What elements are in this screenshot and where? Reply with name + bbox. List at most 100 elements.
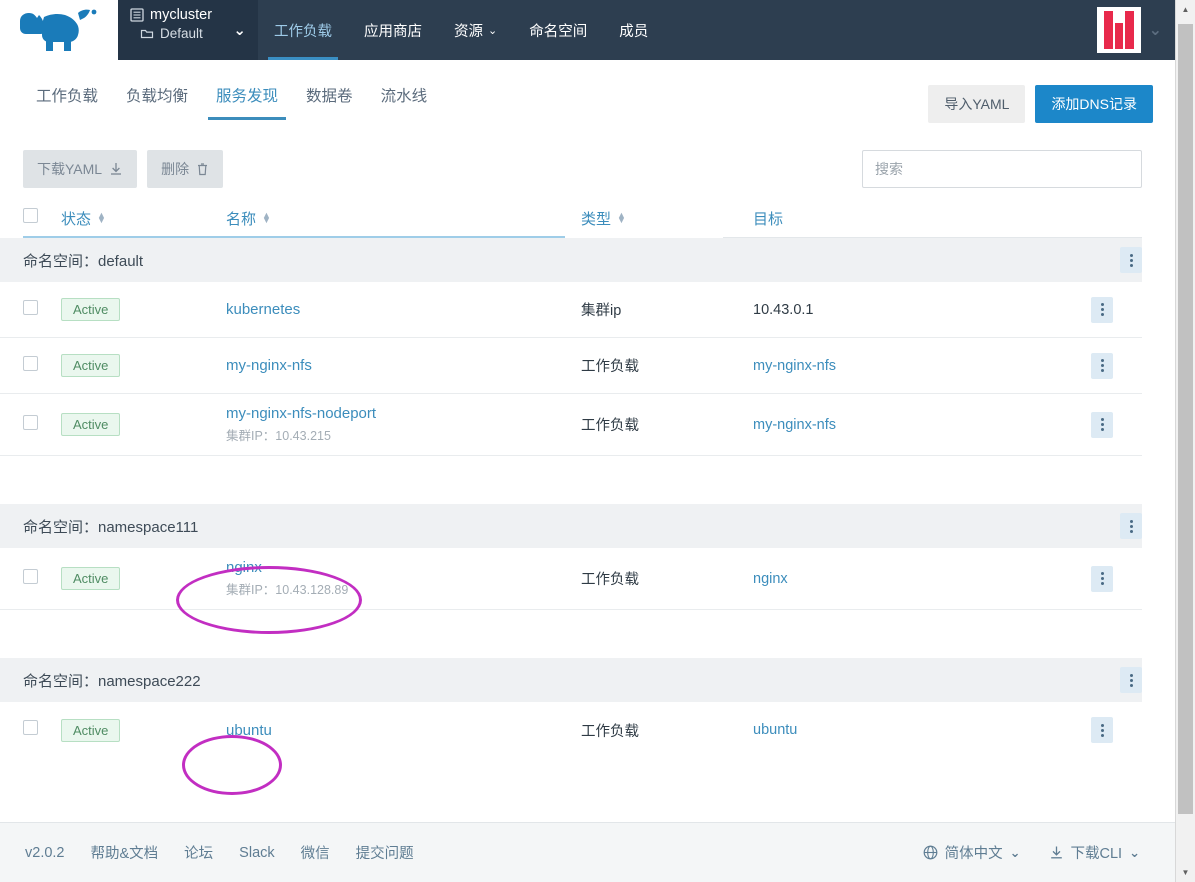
row-select-cell bbox=[23, 568, 61, 589]
row-checkbox[interactable] bbox=[23, 414, 38, 430]
row-name-cell: ubuntu bbox=[226, 722, 581, 739]
tab-label: 工作负载 bbox=[36, 88, 99, 105]
tab-volumes[interactable]: 数据卷 bbox=[292, 78, 367, 120]
download-yaml-button[interactable]: 下载YAML bbox=[23, 150, 138, 188]
topnav-label: 命名空间 bbox=[529, 23, 588, 40]
select-all-checkbox[interactable] bbox=[23, 208, 38, 223]
table-row[interactable]: Active my-nginx-nfs-nodeport 集群IP：10.43.… bbox=[0, 394, 1142, 456]
row-checkbox[interactable] bbox=[23, 720, 38, 735]
delete-label: 删除 bbox=[161, 161, 190, 177]
topnav-item-workloads[interactable]: 工作负载 bbox=[258, 0, 348, 60]
row-select-cell bbox=[23, 355, 61, 376]
avatar-icon bbox=[1103, 11, 1134, 49]
group-actions-menu-button[interactable] bbox=[1120, 667, 1142, 693]
topnav-item-resources[interactable]: 资源 ⌄ bbox=[438, 0, 513, 60]
row-name-cell: my-nginx-nfs-nodeport 集群IP：10.43.215 bbox=[226, 405, 581, 444]
row-name-cell: nginx 集群IP：10.43.128.89 bbox=[226, 559, 581, 598]
row-target-link[interactable]: my-nginx-nfs bbox=[753, 417, 1062, 433]
row-actions-menu-button[interactable] bbox=[1091, 411, 1113, 438]
service-name-link[interactable]: nginx bbox=[226, 559, 581, 576]
footer-link-wechat[interactable]: 微信 bbox=[301, 842, 330, 863]
row-menu-cell bbox=[1062, 565, 1142, 592]
row-actions-menu-button[interactable] bbox=[1091, 296, 1113, 323]
avatar[interactable] bbox=[1096, 7, 1141, 53]
top-navigation-bar: mycluster Default ⌄ 工作负载 应用商店 资源 ⌄ 命名空间 … bbox=[0, 0, 1175, 60]
row-status-cell: Active bbox=[61, 354, 226, 377]
column-header-type[interactable]: 类型 ▲ ▼ bbox=[581, 208, 753, 229]
column-header-name[interactable]: 名称 ▲ ▼ bbox=[226, 208, 581, 229]
topnav-item-members[interactable]: 成员 bbox=[603, 0, 664, 60]
chevron-down-icon[interactable]: ⌄ bbox=[233, 21, 246, 39]
delete-button[interactable]: 删除 bbox=[147, 150, 224, 188]
scroll-up-arrow-icon[interactable]: ▲ bbox=[1176, 0, 1195, 19]
footer-link-file-issue[interactable]: 提交问题 bbox=[356, 842, 414, 863]
row-actions-menu-button[interactable] bbox=[1091, 717, 1113, 743]
tab-service-discovery[interactable]: 服务发现 bbox=[202, 78, 292, 120]
row-target-cell: 10.43.0.1 bbox=[753, 301, 814, 318]
topnav-item-appstore[interactable]: 应用商店 bbox=[348, 0, 438, 60]
row-checkbox[interactable] bbox=[23, 355, 38, 371]
namespace-group-header: 命名空间：namespace111 bbox=[0, 504, 1142, 548]
page-action-buttons: 导入YAML 添加DNS记录 bbox=[928, 85, 1153, 123]
chevron-down-icon[interactable]: ⌄ bbox=[1149, 20, 1162, 40]
chevron-down-icon: ⌄ bbox=[1129, 844, 1140, 860]
service-name-link[interactable]: my-nginx-nfs bbox=[226, 357, 581, 374]
row-status-cell: Active bbox=[61, 718, 226, 742]
add-dns-record-button[interactable]: 添加DNS记录 bbox=[1035, 85, 1153, 123]
topnav-item-namespaces[interactable]: 命名空间 bbox=[513, 0, 603, 60]
language-label: 简体中文 bbox=[944, 846, 1003, 862]
footer-link-forum[interactable]: 论坛 bbox=[184, 842, 213, 863]
service-name-link[interactable]: kubernetes bbox=[226, 301, 581, 318]
download-yaml-label: 下载YAML bbox=[37, 161, 103, 177]
sort-toggle-icon[interactable]: ▲ ▼ bbox=[262, 211, 271, 225]
column-header-status[interactable]: 状态 ▲ ▼ bbox=[61, 208, 226, 229]
table-row[interactable]: Active kubernetes 集群ip 10.43.0.1 bbox=[0, 282, 1142, 338]
scroll-down-arrow-icon[interactable]: ▼ bbox=[1176, 863, 1195, 882]
row-target-link[interactable]: ubuntu bbox=[753, 722, 1062, 738]
namespace-group-header: 命名空间：default bbox=[0, 238, 1142, 282]
sort-toggle-icon[interactable]: ▲ ▼ bbox=[617, 211, 626, 225]
table-row[interactable]: Active nginx 集群IP：10.43.128.89 工作负载 ngin… bbox=[0, 548, 1142, 610]
column-header-target[interactable]: 目标 bbox=[753, 208, 1095, 229]
row-name-cell: kubernetes bbox=[226, 301, 581, 318]
scrollbar-thumb[interactable] bbox=[1178, 24, 1193, 814]
import-yaml-button[interactable]: 导入YAML bbox=[928, 85, 1026, 123]
service-name-link[interactable]: my-nginx-nfs-nodeport bbox=[226, 405, 581, 422]
language-selector[interactable]: 简体中文 ⌄ bbox=[923, 842, 1021, 863]
project-name-label: Default bbox=[160, 26, 203, 41]
tab-pipelines[interactable]: 流水线 bbox=[367, 78, 442, 120]
row-target-link[interactable]: nginx bbox=[753, 571, 1062, 587]
row-actions-menu-button[interactable] bbox=[1091, 352, 1113, 379]
tab-label: 数据卷 bbox=[306, 88, 353, 105]
download-cli-label: 下载CLI bbox=[1070, 846, 1123, 862]
row-target-link[interactable]: my-nginx-nfs bbox=[753, 358, 1062, 374]
column-header-status-label: 状态 bbox=[61, 210, 92, 228]
app-root: mycluster Default ⌄ 工作负载 应用商店 资源 ⌄ 命名空间 … bbox=[0, 0, 1175, 882]
vertical-scrollbar[interactable]: ▲ ▼ bbox=[1175, 0, 1195, 882]
search-input[interactable] bbox=[862, 150, 1142, 188]
table-row[interactable]: Active ubuntu 工作负载 ubuntu bbox=[0, 702, 1142, 758]
row-checkbox[interactable] bbox=[23, 568, 38, 584]
service-name-link[interactable]: ubuntu bbox=[226, 722, 581, 739]
footer-link-slack[interactable]: Slack bbox=[239, 845, 274, 861]
cluster-project-selector[interactable]: mycluster Default ⌄ bbox=[118, 0, 258, 60]
tab-workloads[interactable]: 工作负载 bbox=[22, 78, 112, 120]
group-actions-menu-button[interactable] bbox=[1120, 513, 1142, 539]
download-cli-button[interactable]: 下载CLI ⌄ bbox=[1049, 842, 1140, 863]
tab-load-balancing[interactable]: 负载均衡 bbox=[112, 78, 202, 120]
row-name-cell: my-nginx-nfs bbox=[226, 357, 581, 374]
table-row[interactable]: Active my-nginx-nfs 工作负载 my-nginx-nfs bbox=[0, 338, 1142, 394]
group-actions-menu-button[interactable] bbox=[1120, 247, 1142, 273]
sort-toggle-icon[interactable]: ▲ ▼ bbox=[97, 211, 106, 225]
row-actions-menu-button[interactable] bbox=[1091, 565, 1113, 592]
logo-area[interactable] bbox=[0, 0, 118, 60]
row-checkbox[interactable] bbox=[23, 299, 38, 315]
page-footer: v2.0.2 帮助&文档 论坛 Slack 微信 提交问题 简体中文 ⌄ 下载C… bbox=[0, 822, 1175, 882]
footer-link-docs[interactable]: 帮助&文档 bbox=[91, 842, 159, 863]
namespace-group-label: 命名空间：default bbox=[23, 252, 144, 270]
user-menu[interactable]: ⌄ bbox=[1096, 3, 1162, 57]
table-header-row: 状态 ▲ ▼ 名称 ▲ ▼ 类型 ▲ ▼ 目标 bbox=[0, 198, 1175, 238]
topnav-label: 资源 bbox=[454, 23, 483, 40]
chevron-down-icon: ⌄ bbox=[1009, 844, 1021, 860]
row-type-cell: 集群ip bbox=[581, 303, 622, 319]
